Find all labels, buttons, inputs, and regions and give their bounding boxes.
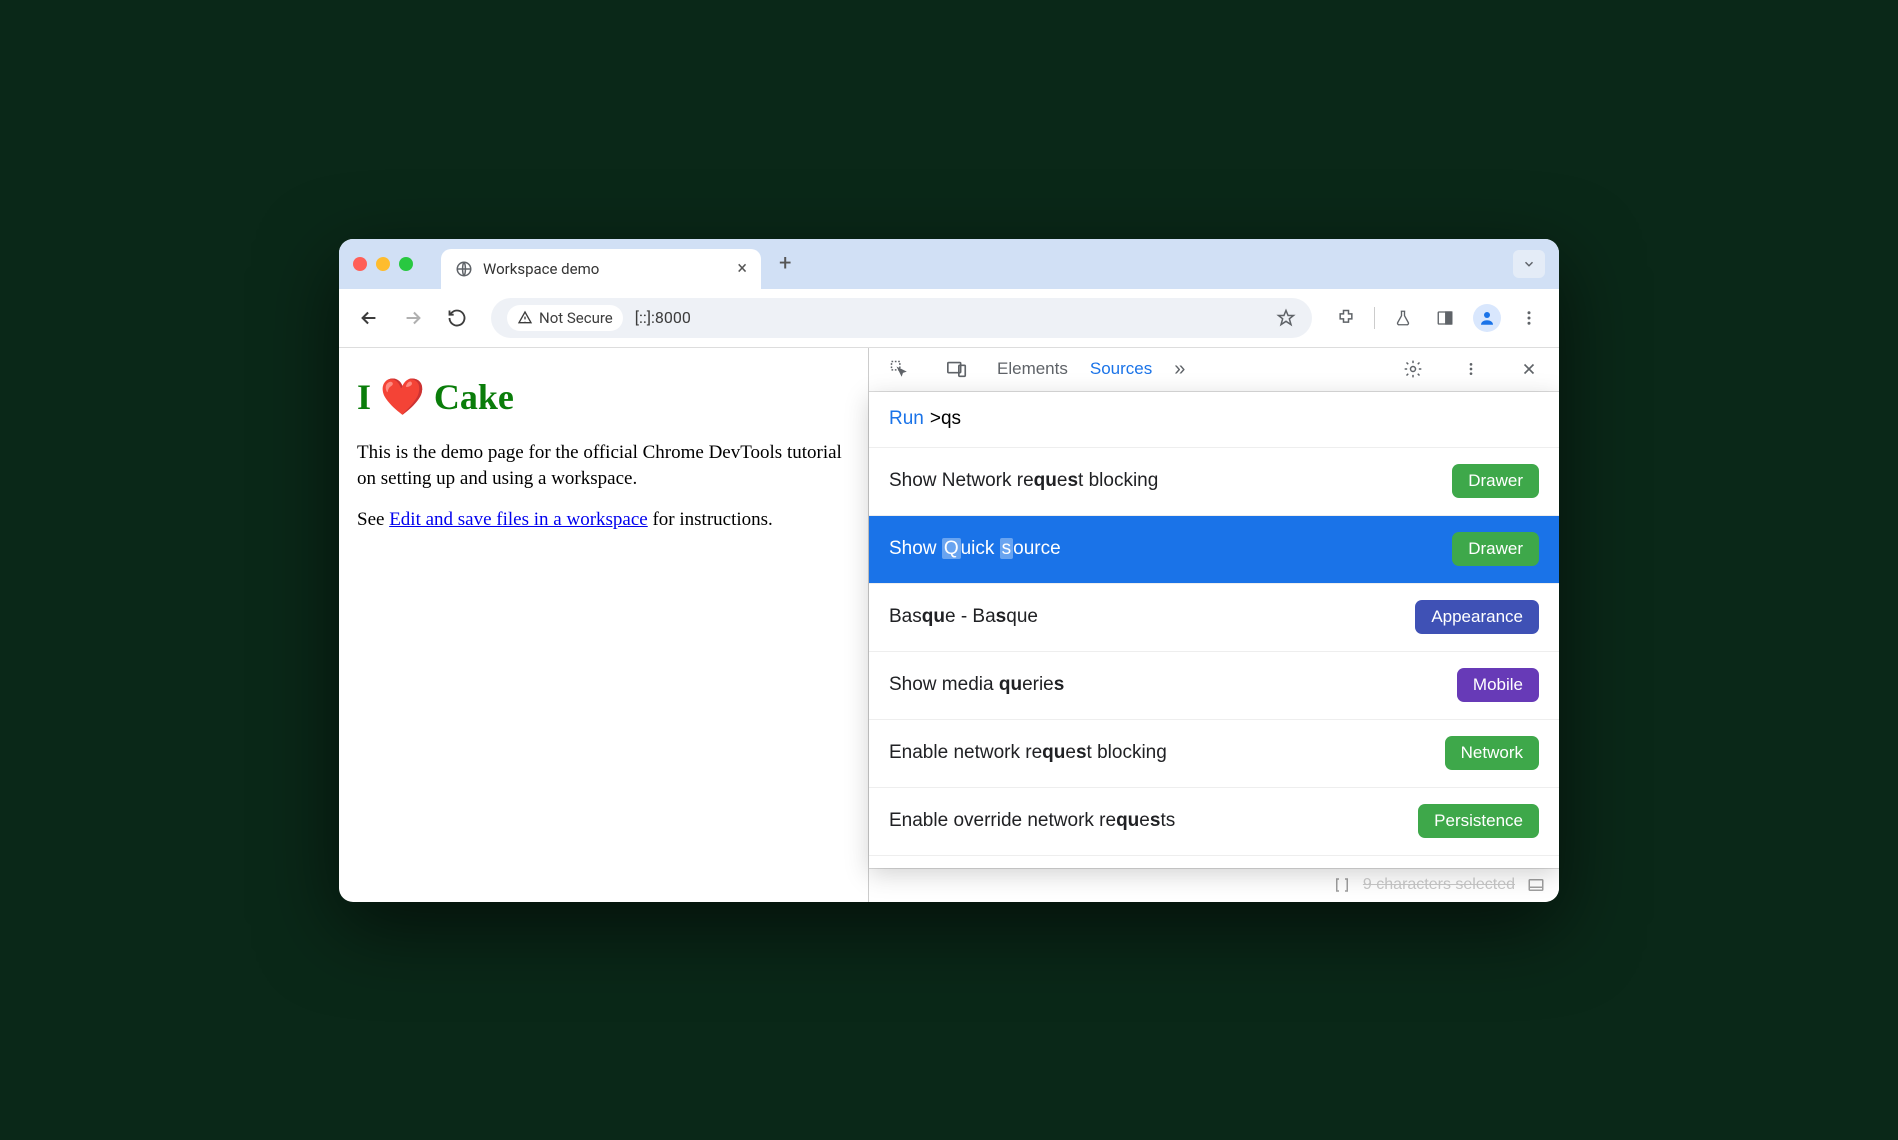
labs-icon[interactable] — [1385, 300, 1421, 336]
minimize-window-button[interactable] — [376, 257, 390, 271]
profile-button[interactable] — [1469, 300, 1505, 336]
command-menu: Run >qs Show Network request blockingDra… — [869, 392, 1559, 868]
avatar-icon — [1473, 304, 1501, 332]
command-query: >qs — [930, 408, 961, 430]
command-item[interactable]: Show Quick sourceDrawer — [869, 516, 1559, 584]
toolbar-actions — [1328, 300, 1547, 336]
page-heading: I ❤️ Cake — [357, 376, 850, 418]
bookmark-icon[interactable] — [1276, 308, 1296, 328]
close-devtools-icon[interactable] — [1511, 351, 1547, 387]
command-item-badge: Persistence — [1418, 804, 1539, 838]
command-item-badge: Network — [1445, 736, 1539, 770]
command-input[interactable]: Run >qs — [869, 392, 1559, 448]
active-tab[interactable]: Workspace demo × — [441, 249, 761, 289]
url-text: [::]:8000 — [635, 308, 1264, 327]
run-label: Run — [889, 408, 924, 430]
command-item-badge: Appearance — [1415, 600, 1539, 634]
new-tab-button[interactable]: + — [779, 251, 791, 276]
menu-icon[interactable] — [1511, 300, 1547, 336]
tab-sources[interactable]: Sources — [1090, 359, 1152, 379]
browser-toolbar: Not Secure [::]:8000 — [339, 289, 1559, 347]
command-item-badge: Drawer — [1452, 464, 1539, 498]
kebab-icon[interactable] — [1453, 351, 1489, 387]
forward-button[interactable] — [395, 300, 431, 336]
back-button[interactable] — [351, 300, 387, 336]
more-tabs-icon[interactable]: » — [1174, 358, 1185, 381]
page-paragraph-2: See Edit and save files in a workspace f… — [357, 507, 850, 534]
devtools-statusbar: 9 characters selected — [869, 868, 1559, 902]
tab-strip: Workspace demo × + — [339, 239, 1559, 289]
panel-icon[interactable] — [1527, 876, 1545, 894]
reload-button[interactable] — [439, 300, 475, 336]
tab-title: Workspace demo — [483, 260, 727, 278]
command-item[interactable]: Show Network request blockingDrawer — [869, 448, 1559, 516]
command-item-label: Show Quick source — [889, 538, 1452, 560]
command-item-label: Enable network request blocking — [889, 742, 1445, 764]
brackets-icon[interactable] — [1333, 876, 1351, 894]
command-item-badge: Mobile — [1457, 668, 1539, 702]
tab-elements[interactable]: Elements — [997, 359, 1068, 379]
tutorial-link[interactable]: Edit and save files in a workspace — [389, 509, 648, 530]
address-bar[interactable]: Not Secure [::]:8000 — [491, 298, 1312, 338]
extensions-icon[interactable] — [1328, 300, 1364, 336]
inspect-icon[interactable] — [881, 351, 917, 387]
divider — [1374, 307, 1375, 329]
globe-icon — [455, 260, 473, 278]
browser-window: Workspace demo × + Not Secure [::]:8000 — [339, 239, 1559, 902]
command-item[interactable]: Basque - BasqueAppearance — [869, 584, 1559, 652]
settings-icon[interactable] — [1395, 351, 1431, 387]
close-window-button[interactable] — [353, 257, 367, 271]
status-text: 9 characters selected — [1363, 876, 1515, 894]
command-item-label: Basque - Basque — [889, 606, 1415, 628]
rendered-page: I ❤️ Cake This is the demo page for the … — [339, 348, 869, 902]
command-item-label: Enable override network requests — [889, 810, 1418, 832]
reading-mode-icon[interactable] — [1427, 300, 1463, 336]
command-item[interactable]: Enable override network requestsPersiste… — [869, 788, 1559, 856]
page-paragraph: This is the demo page for the official C… — [357, 440, 850, 493]
security-label: Not Secure — [539, 309, 613, 327]
security-chip[interactable]: Not Secure — [507, 305, 623, 331]
command-item-label: Show media queries — [889, 674, 1457, 696]
device-toggle-icon[interactable] — [939, 351, 975, 387]
command-item-badge: Drawer — [1452, 532, 1539, 566]
window-controls — [353, 257, 413, 271]
command-item[interactable]: Show media queriesMobile — [869, 652, 1559, 720]
command-results: Show Network request blockingDrawerShow … — [869, 448, 1559, 856]
command-item[interactable]: Enable network request blockingNetwork — [869, 720, 1559, 788]
maximize-window-button[interactable] — [399, 257, 413, 271]
devtools-tabbar: Elements Sources » — [869, 348, 1559, 392]
command-item-label: Show Network request blocking — [889, 470, 1452, 492]
tabs-dropdown-button[interactable] — [1513, 250, 1545, 278]
close-tab-icon[interactable]: × — [737, 260, 747, 278]
content-area: I ❤️ Cake This is the demo page for the … — [339, 347, 1559, 902]
devtools-panel: Elements Sources » Run >qs — [869, 348, 1559, 902]
